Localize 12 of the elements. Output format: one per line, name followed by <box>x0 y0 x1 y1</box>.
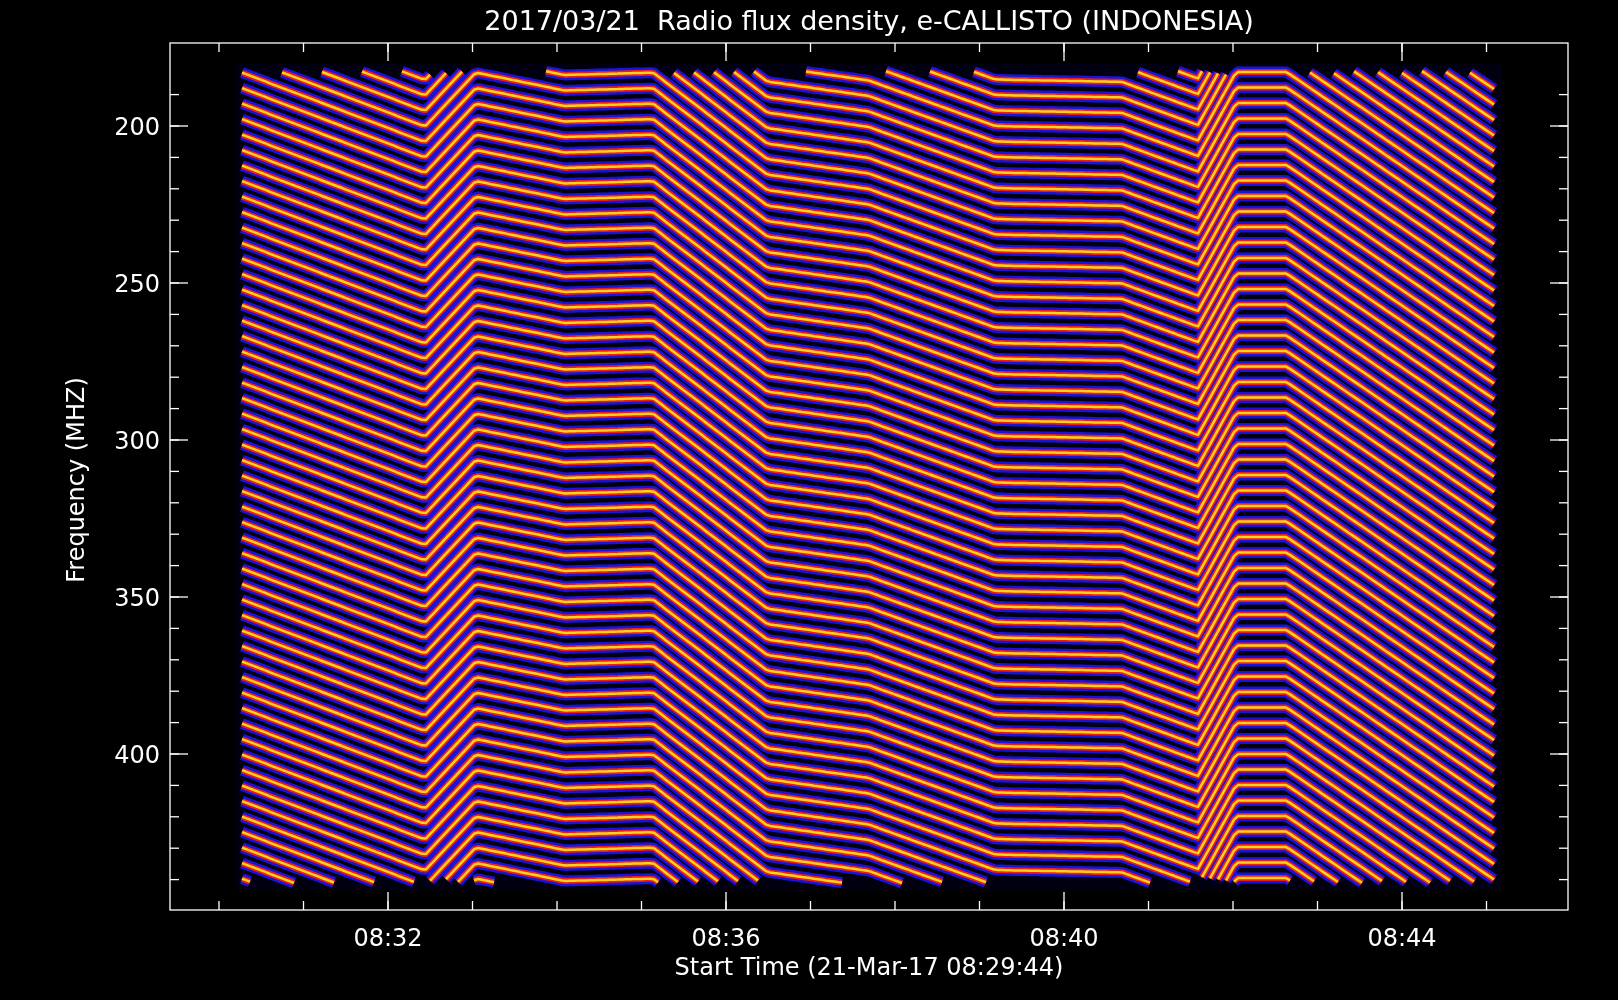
x-tick-label: 08:44 <box>1367 924 1437 952</box>
x-tick-label: 08:36 <box>691 924 761 952</box>
x-tick-label: 08:40 <box>1029 924 1099 952</box>
y-tick-label: 300 <box>114 427 160 455</box>
x-axis-label: Start Time (21-Mar-17 08:29:44) <box>674 953 1064 981</box>
y-tick-label: 400 <box>114 741 160 769</box>
y-axis-label: Frequency (MHZ) <box>62 377 90 583</box>
x-tick-label: 08:32 <box>353 924 423 952</box>
chart-title: 2017/03/21 Radio flux density, e-CALLISTO (INDONESIA) <box>484 5 1254 36</box>
y-tick-label: 350 <box>114 584 160 612</box>
y-tick-label: 200 <box>114 113 160 141</box>
y-tick-label: 250 <box>114 270 160 298</box>
